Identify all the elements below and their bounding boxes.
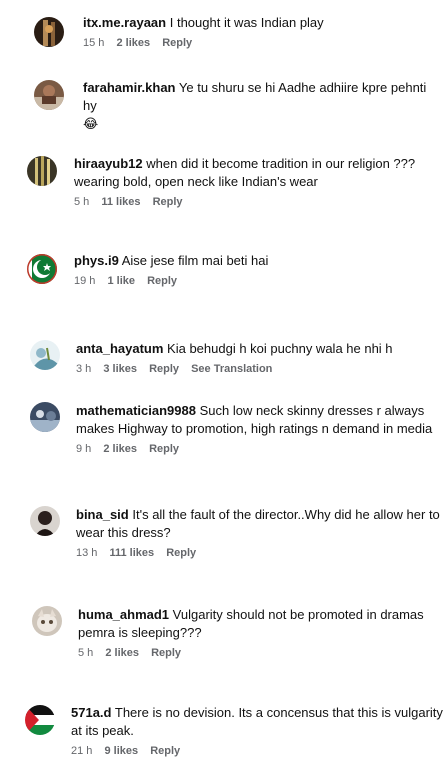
comment-meta: 9 h 2 likes Reply: [76, 442, 443, 456]
comment-text: Aise jese film mai beti hai: [121, 253, 269, 268]
avatar[interactable]: [30, 402, 60, 432]
comment-meta: 5 h 2 likes Reply: [78, 646, 443, 660]
comment-meta: 21 h 9 likes Reply: [71, 744, 443, 758]
avatar[interactable]: [25, 705, 55, 735]
comment-time: 5 h: [74, 196, 90, 208]
comment-username[interactable]: anta_hayatum: [76, 341, 163, 356]
likes-count[interactable]: 1 like: [107, 275, 135, 287]
see-translation-link[interactable]: See Translation: [191, 363, 272, 375]
comment-meta: 3 h 3 likes Reply See Translation: [76, 362, 443, 376]
comment-text: I thought it was Indian play: [169, 15, 324, 30]
avatar[interactable]: [27, 156, 57, 186]
reply-button[interactable]: Reply: [150, 745, 180, 757]
comment-time: 15 h: [83, 37, 105, 49]
likes-count[interactable]: 111 likes: [109, 547, 154, 559]
comment-meta: 19 h 1 like Reply: [74, 274, 443, 288]
reply-button[interactable]: Reply: [149, 363, 179, 375]
reply-button[interactable]: Reply: [153, 196, 183, 208]
avatar[interactable]: [32, 606, 62, 636]
likes-count[interactable]: 11 likes: [101, 196, 140, 208]
comment-text: There is no devision. Its a concensus th…: [71, 705, 443, 738]
comment-meta: 13 h 111 likes Reply: [76, 546, 443, 560]
comment-username[interactable]: bina_sid: [76, 507, 129, 522]
comment-time: 5 h: [78, 647, 94, 659]
comment-time: 19 h: [74, 275, 96, 287]
comment-username[interactable]: farahamir.khan: [83, 80, 176, 95]
likes-count[interactable]: 2 likes: [103, 443, 137, 455]
comment-time: 13 h: [76, 547, 98, 559]
reply-button[interactable]: Reply: [166, 547, 196, 559]
comment-text: Kia behudgi h koi puchny wala he nhi h: [167, 341, 393, 356]
comment-time: 3 h: [76, 363, 92, 375]
comment-text: It's all the fault of the director..Why …: [76, 507, 440, 540]
reply-button[interactable]: Reply: [147, 275, 177, 287]
avatar[interactable]: [27, 254, 57, 284]
comment-username[interactable]: huma_ahmad1: [78, 607, 169, 622]
reply-button[interactable]: Reply: [151, 647, 181, 659]
avatar[interactable]: [30, 506, 60, 536]
avatar[interactable]: [34, 17, 64, 47]
likes-count[interactable]: 2 likes: [116, 37, 150, 49]
comment-meta: 15 h 2 likes Reply: [83, 36, 443, 50]
laughing-emoji-icon: 😂: [83, 116, 99, 131]
comment-time: 9 h: [76, 443, 92, 455]
comment-username[interactable]: hiraayub12: [74, 156, 143, 171]
likes-count[interactable]: 2 likes: [105, 647, 139, 659]
avatar[interactable]: [34, 80, 64, 110]
avatar[interactable]: [30, 340, 60, 370]
reply-button[interactable]: Reply: [149, 443, 179, 455]
comment-meta: 5 h 11 likes Reply: [74, 195, 443, 209]
reply-button[interactable]: Reply: [162, 37, 192, 49]
comment-username[interactable]: phys.i9: [74, 253, 119, 268]
comment-username[interactable]: itx.me.rayaan: [83, 15, 166, 30]
likes-count[interactable]: 9 likes: [104, 745, 138, 757]
comment-username[interactable]: mathematician9988: [76, 403, 196, 418]
comment-time: 21 h: [71, 745, 93, 757]
comment-username[interactable]: 571a.d: [71, 705, 111, 720]
likes-count[interactable]: 3 likes: [103, 363, 137, 375]
